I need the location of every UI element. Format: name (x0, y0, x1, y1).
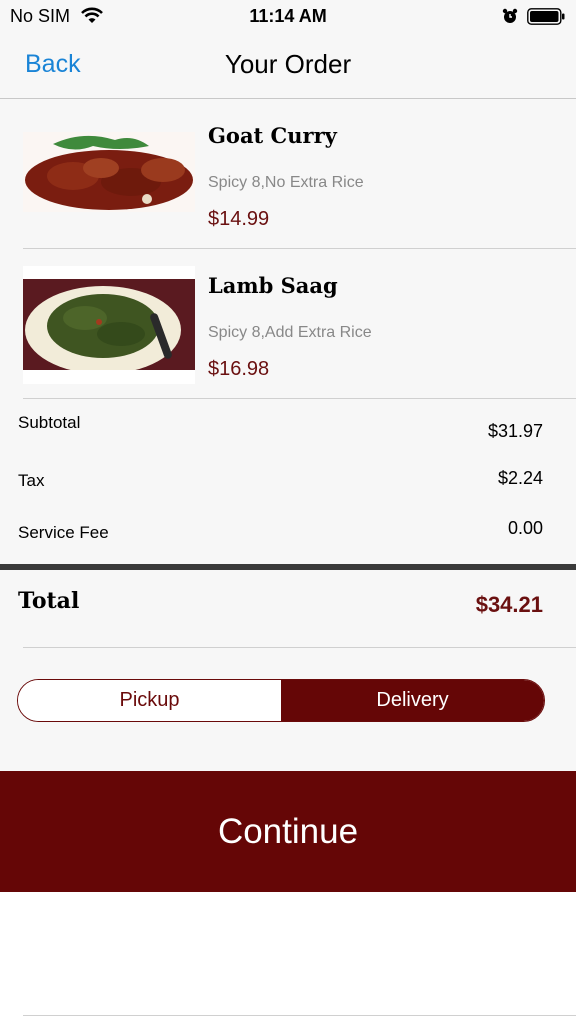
list-item[interactable]: Lamb Saag Spicy 8,Add Extra Rice $16.98 (0, 249, 576, 398)
continue-button[interactable]: Continue (0, 771, 576, 892)
divider (23, 398, 576, 399)
nav-bar: Back Your Order (0, 32, 576, 99)
food-image (23, 132, 195, 212)
subtotal-label: Subtotal (18, 413, 81, 432)
item-name: Lamb Saag (208, 273, 338, 298)
item-name: Goat Curry (208, 123, 337, 148)
item-price: $16.98 (208, 358, 270, 380)
status-time: 11:14 AM (249, 6, 327, 26)
total-value: $34.21 (475, 592, 543, 617)
divider (0, 564, 576, 570)
item-price: $14.99 (208, 208, 270, 230)
divider (23, 647, 576, 648)
pickup-option[interactable]: Pickup (18, 680, 281, 721)
service-fee-label: Service Fee (18, 523, 109, 542)
total-label: Total (18, 588, 80, 614)
lamb-saag-photo (23, 266, 195, 384)
goat-curry-photo (23, 132, 195, 212)
alarm-clock-icon (502, 8, 518, 23)
battery-icon (527, 8, 565, 25)
divider (23, 1015, 576, 1016)
food-image (23, 266, 195, 384)
status-bar: No SIM 11:14 AM (0, 0, 576, 32)
item-options: Spicy 8,No Extra Rice (208, 174, 364, 191)
delivery-option[interactable]: Delivery (281, 680, 544, 721)
tax-label: Tax (18, 471, 45, 490)
bottom-area (0, 892, 576, 1024)
item-options: Spicy 8,Add Extra Rice (208, 324, 372, 341)
list-item[interactable]: Goat Curry Spicy 8,No Extra Rice $14.99 (0, 99, 576, 248)
tax-value: $2.24 (497, 468, 543, 488)
page-title: Your Order (224, 49, 352, 79)
subtotal-value: $31.97 (487, 421, 543, 441)
order-type-selector: Pickup Delivery (17, 679, 545, 722)
service-fee-value: 0.00 (507, 518, 543, 538)
